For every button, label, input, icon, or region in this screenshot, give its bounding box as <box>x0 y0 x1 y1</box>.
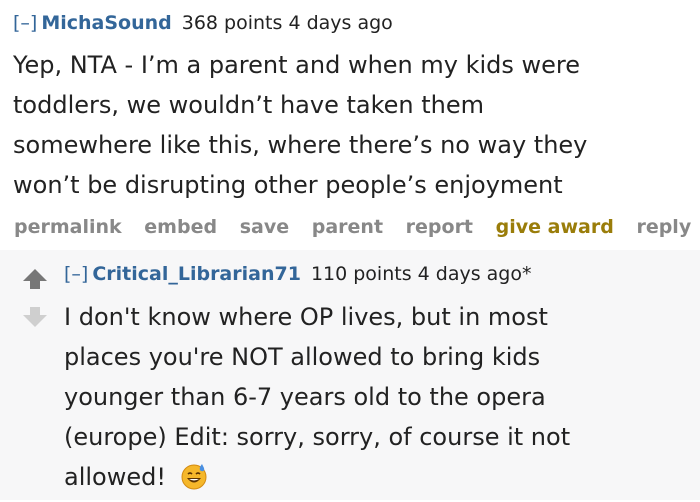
embed-link[interactable]: embed <box>144 216 217 238</box>
comment-line: places you're NOT allowed to bring kids <box>64 343 541 371</box>
comment-critical-librarian: [–] Critical_Librarian71 110 points 4 days… <box>0 250 700 500</box>
grinning-sweat-emoji-icon <box>180 462 208 490</box>
comment-tagline: [–] Critical_Librarian71 110 points 4 days… <box>64 263 531 285</box>
parent-link[interactable]: parent <box>312 216 383 238</box>
comment-meta: 368 points 4 days ago <box>181 12 393 34</box>
report-link[interactable]: report <box>406 216 473 238</box>
comment-micha: [–] MichaSound 368 points 4 days ago Yep, … <box>0 0 700 250</box>
comment-line: Yep, NTA - I’m a parent and when my kids… <box>13 51 581 79</box>
reply-link[interactable]: reply <box>636 216 691 238</box>
collapse-toggle[interactable]: [–] <box>64 263 88 285</box>
save-link[interactable]: save <box>240 216 289 238</box>
permalink-link[interactable]: permalink <box>14 216 122 238</box>
comment-meta: 110 points 4 days ago* <box>310 263 532 285</box>
comment-line-last: allowed! <box>64 457 694 497</box>
comment-tagline: [–] MichaSound 368 points 4 days ago <box>13 12 393 34</box>
comment-line: allowed! <box>64 463 166 491</box>
give-award-link[interactable]: give award <box>496 216 614 238</box>
comment-actions: permalink embed save parent report give … <box>14 216 700 238</box>
comment-line: (europe) Edit: sorry, sorry, of course i… <box>64 423 571 451</box>
comment-line: I don't know where OP lives, but in most <box>64 303 548 331</box>
comment-body: Yep, NTA - I’m a parent and when my kids… <box>13 45 693 205</box>
comment-body: I don't know where OP lives, but in most… <box>64 297 694 497</box>
downvote-arrow-icon[interactable] <box>22 306 48 328</box>
comment-line: younger than 6-7 years old to the opera <box>64 383 546 411</box>
comment-line: toddlers, we wouldn’t have taken them <box>13 91 484 119</box>
author-link[interactable]: Critical_Librarian71 <box>92 263 301 285</box>
collapse-toggle[interactable]: [–] <box>13 12 37 34</box>
comment-line: won’t be disrupting other people’s enjoy… <box>13 171 563 199</box>
upvote-arrow-icon[interactable] <box>22 268 48 290</box>
comment-line: somewhere like this, where there’s no wa… <box>13 131 588 159</box>
author-link[interactable]: MichaSound <box>41 12 171 34</box>
